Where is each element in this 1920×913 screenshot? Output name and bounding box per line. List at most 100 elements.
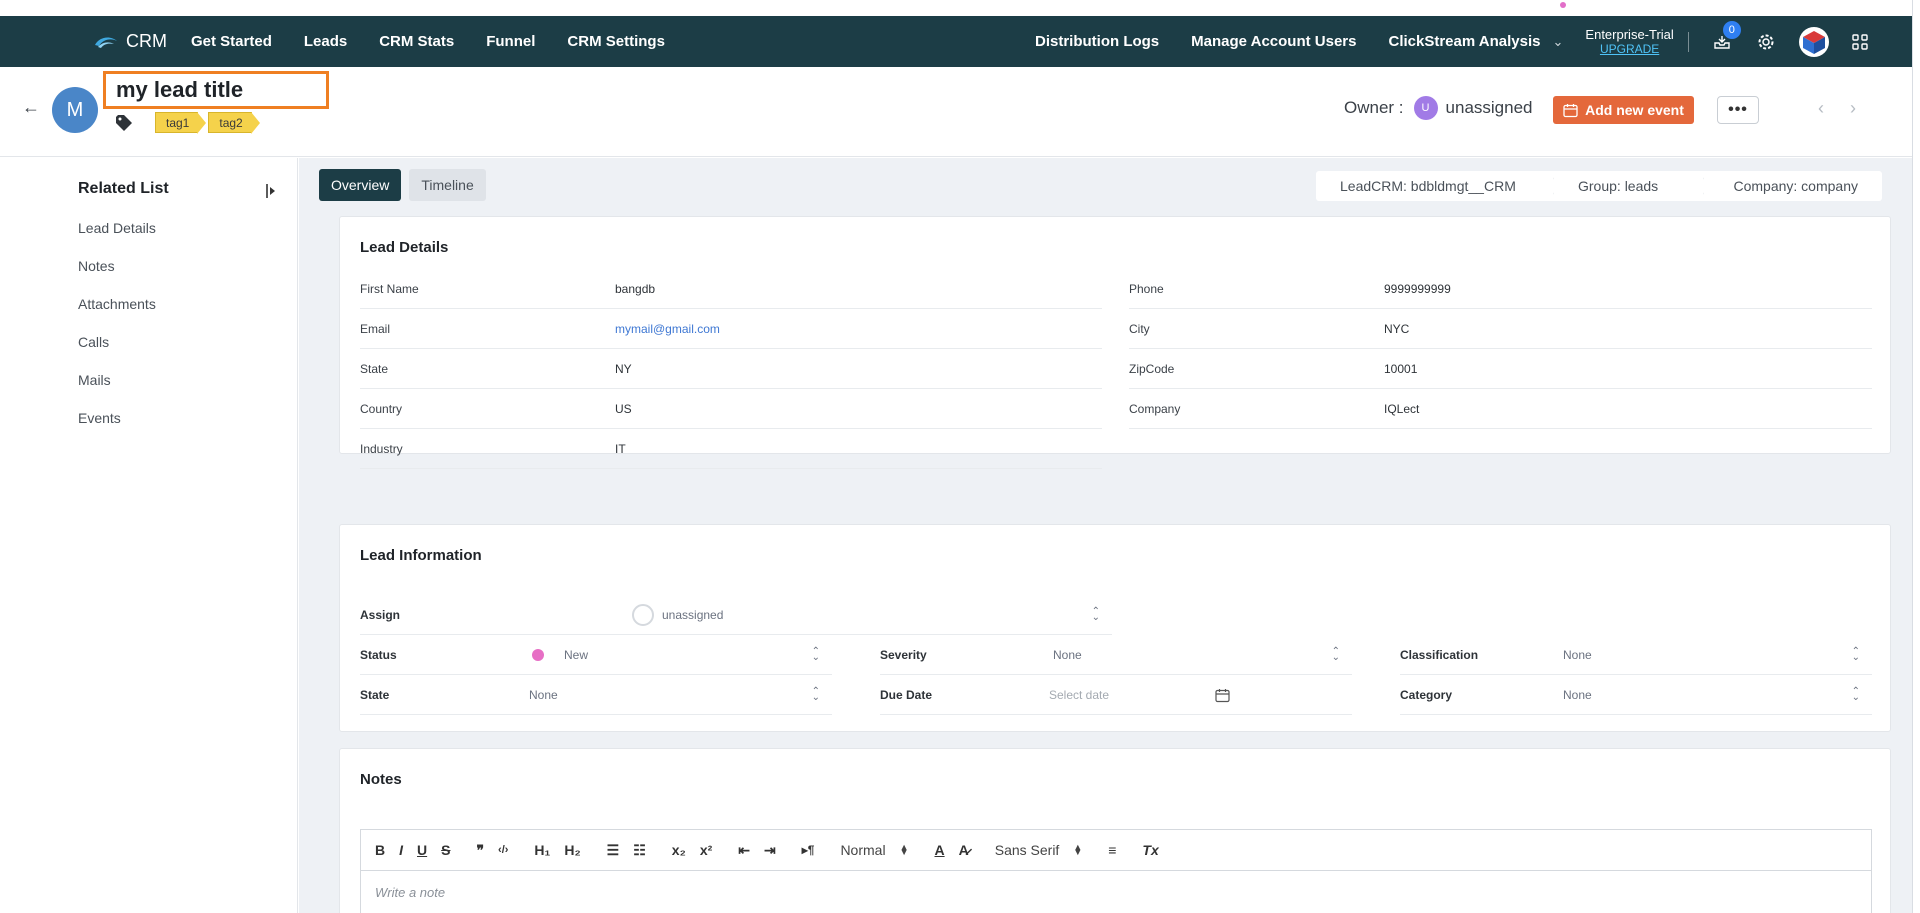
plan-info: Enterprise-Trial UPGRADE — [1585, 27, 1673, 57]
field-label: Phone — [1129, 281, 1164, 296]
font-family-select[interactable]: Sans Serif ▲ ▼ — [995, 842, 1083, 858]
top-strip — [0, 0, 1920, 16]
record-navigation: ‹ › — [1818, 98, 1882, 119]
user-avatar[interactable] — [1798, 26, 1829, 57]
add-new-event-button[interactable]: Add new event — [1553, 96, 1694, 124]
nav-get-started[interactable]: Get Started — [191, 33, 272, 50]
lead-details-title: Lead Details — [360, 239, 449, 256]
sidebar-item-lead-details[interactable]: Lead Details — [78, 220, 156, 258]
tab-timeline[interactable]: Timeline — [409, 169, 486, 201]
heading1-button[interactable]: H₁ — [534, 842, 550, 858]
tag-chip[interactable]: tag2 — [208, 112, 261, 134]
field-first-name: First Name bangdb — [360, 269, 1102, 309]
superscript-button[interactable]: x² — [700, 842, 712, 858]
nav-manage-account-users[interactable]: Manage Account Users — [1191, 33, 1356, 50]
breadcrumb-leadcrm[interactable]: LeadCRM: bdbldmgt__CRM — [1316, 171, 1554, 201]
classification-value: None — [1563, 647, 1592, 662]
background-color-button[interactable]: A̷ — [959, 842, 969, 858]
select-arrows-icon: ⌃ ⌄ — [1851, 645, 1860, 663]
blockquote-button[interactable]: ❞ — [476, 842, 484, 859]
field-zipcode: ZipCode 10001 — [1129, 349, 1872, 389]
state-select[interactable]: State None ⌃ ⌄ — [360, 675, 832, 715]
breadcrumb: LeadCRM: bdbldmgt__CRM Group: leads Comp… — [1316, 171, 1882, 201]
clear-format-button[interactable]: Tx — [1142, 842, 1158, 858]
window-scrollbar[interactable] — [1912, 0, 1920, 913]
lead-title[interactable]: my lead title — [103, 71, 329, 109]
sidebar-item-mails[interactable]: Mails — [78, 372, 156, 410]
due-date-field[interactable]: Due Date Select date — [880, 675, 1352, 715]
email-link[interactable]: mymail@gmail.com — [615, 322, 720, 336]
italic-button[interactable]: I — [399, 842, 403, 858]
nav-leads[interactable]: Leads — [304, 33, 347, 50]
upgrade-link[interactable]: UPGRADE — [1600, 42, 1659, 57]
strikethrough-button[interactable]: S — [441, 842, 450, 858]
field-state: State NY — [360, 349, 1102, 389]
collapse-sidebar-icon[interactable] — [266, 184, 276, 198]
breadcrumb-group[interactable]: Group: leads — [1554, 171, 1704, 201]
classification-select[interactable]: Classification None ⌃ ⌄ — [1400, 635, 1872, 675]
field-company: Company IQLect — [1129, 389, 1872, 429]
breadcrumb-company[interactable]: Company: company — [1704, 171, 1882, 201]
inbox-icon[interactable]: 0 — [1711, 20, 1741, 53]
note-editor[interactable]: Write a note — [360, 871, 1872, 913]
notification-badge: 0 — [1722, 20, 1741, 39]
indicator-dot — [1560, 2, 1566, 8]
view-tabs: Overview Timeline — [319, 169, 494, 201]
gear-icon[interactable] — [1755, 31, 1777, 53]
field-value: IQLect — [1384, 401, 1420, 416]
sidebar-item-calls[interactable]: Calls — [78, 334, 156, 372]
sidebar-item-notes[interactable]: Notes — [78, 258, 156, 296]
bold-button[interactable]: B — [375, 842, 385, 858]
select-arrows-icon: ⌃ ⌄ — [1091, 605, 1100, 623]
bullet-list-button[interactable]: ☷ — [633, 842, 646, 859]
nav-crm-settings[interactable]: CRM Settings — [567, 33, 665, 50]
ordered-list-button[interactable]: ☰ — [607, 842, 620, 859]
tab-overview[interactable]: Overview — [319, 169, 402, 201]
brand[interactable]: CRM — [94, 31, 167, 52]
lead-avatar: M — [52, 87, 98, 133]
align-button[interactable]: ≡ — [1108, 842, 1116, 858]
field-label: Classification — [1400, 647, 1479, 662]
field-label: Due Date — [880, 687, 933, 702]
tag-chip[interactable]: tag1 — [155, 112, 207, 134]
apps-grid-icon[interactable] — [1849, 31, 1871, 53]
chevron-right-icon[interactable]: › — [1850, 98, 1856, 119]
lead-header: ← M my lead title tag1 tag2 Owner : U un… — [0, 67, 1912, 157]
nav-funnel[interactable]: Funnel — [486, 33, 535, 50]
heading2-button[interactable]: H₂ — [564, 842, 580, 858]
owner-avatar: U — [1413, 96, 1438, 120]
field-value: 9999999999 — [1384, 281, 1451, 296]
field-label: Industry — [360, 441, 403, 456]
chevron-left-icon[interactable]: ‹ — [1818, 98, 1824, 119]
indent-button[interactable]: ⇥ — [764, 842, 776, 859]
underline-button[interactable]: U — [417, 842, 427, 858]
top-navigation: CRM Get Started Leads CRM Stats Funnel C… — [0, 16, 1912, 67]
select-arrows-icon: ⌃ ⌄ — [811, 685, 820, 703]
outdent-button[interactable]: ⇤ — [738, 842, 750, 859]
sidebar-item-events[interactable]: Events — [78, 410, 156, 448]
subscript-button[interactable]: x₂ — [672, 842, 686, 858]
category-select[interactable]: Category None ⌃ ⌄ — [1400, 675, 1872, 715]
field-label: Severity — [880, 647, 927, 662]
text-color-button[interactable]: A — [934, 842, 944, 858]
owner-name[interactable]: unassigned — [1446, 98, 1533, 118]
nav-clickstream-analysis[interactable]: ClickStream Analysis — [1388, 33, 1540, 50]
back-arrow-icon[interactable]: ← — [22, 97, 40, 118]
owner-info: Owner : U unassigned — [1344, 96, 1533, 120]
more-options-button[interactable]: ••• — [1717, 96, 1759, 124]
lead-details-card: Lead Details First Name bangdb Email mym… — [339, 216, 1891, 469]
text-direction-button[interactable]: ▸¶ — [802, 843, 815, 857]
tag-icon[interactable] — [115, 114, 133, 132]
font-size-select[interactable]: Normal ▲ ▼ — [840, 842, 908, 858]
field-city: City NYC — [1129, 309, 1872, 349]
calendar-icon[interactable] — [1215, 688, 1230, 703]
code-block-button[interactable]: ‹/› — [498, 844, 508, 856]
severity-select[interactable]: Severity None ⌃ ⌄ — [880, 635, 1352, 675]
status-select[interactable]: Status New ⌃ ⌄ — [360, 635, 832, 675]
sidebar-item-attachments[interactable]: Attachments — [78, 296, 156, 334]
chevron-down-icon[interactable]: ⌄ — [1553, 34, 1564, 50]
field-label: City — [1129, 321, 1150, 336]
assign-select[interactable]: Assign unassigned ⌃ ⌄ — [360, 595, 1112, 635]
nav-distribution-logs[interactable]: Distribution Logs — [1035, 33, 1159, 50]
nav-crm-stats[interactable]: CRM Stats — [379, 33, 454, 50]
